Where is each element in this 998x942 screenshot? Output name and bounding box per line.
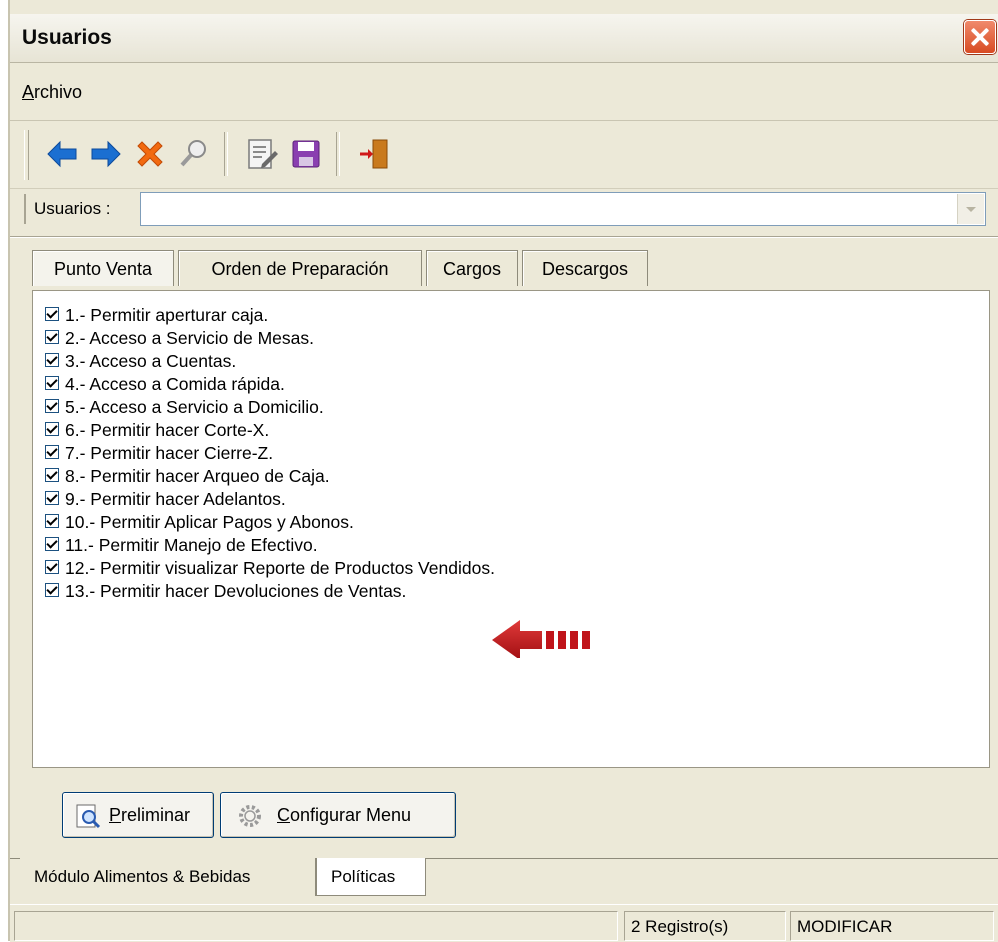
forward-button[interactable] (88, 136, 124, 172)
checkbox[interactable] (45, 445, 59, 459)
tab-label: Módulo Alimentos & Bebidas (34, 867, 251, 886)
checkbox[interactable] (45, 422, 59, 436)
preview-icon (76, 804, 101, 829)
status-panel-main (14, 911, 618, 941)
permission-label: 12.- Permitir visualizar Reporte de Prod… (65, 558, 495, 578)
permissions-list: 1.- Permitir aperturar caja. 2.- Acceso … (32, 290, 990, 768)
permission-label: 6.- Permitir hacer Corte-X. (65, 420, 270, 440)
toolbar (10, 122, 998, 189)
checkbox[interactable] (45, 583, 59, 597)
tab-label: Cargos (442, 259, 502, 279)
arrow-right-icon (91, 140, 121, 168)
toolbar-separator (224, 132, 228, 176)
checkbox[interactable] (45, 376, 59, 390)
checkbox[interactable] (45, 514, 59, 528)
permission-label: 11.- Permitir Manejo de Efectivo. (65, 535, 318, 555)
highlight-arrow-icon (492, 620, 590, 658)
back-button[interactable] (44, 136, 80, 172)
user-filter-row: Usuarios : (10, 188, 998, 234)
permission-label: 4.- Acceso a Comida rápida. (65, 374, 285, 394)
search-icon (180, 140, 206, 167)
tab-orden-preparacion[interactable]: Orden de Preparación (178, 250, 422, 286)
configurar-text: onfigurar Menu (290, 805, 412, 825)
delete-icon (137, 141, 163, 167)
arrow-left-icon (47, 140, 77, 168)
checkbox[interactable] (45, 491, 59, 505)
save-button[interactable] (288, 136, 324, 172)
exit-button[interactable] (356, 136, 392, 172)
permission-label: 13.- Permitir hacer Devoluciones de Vent… (65, 581, 407, 601)
permission-label: 10.- Permitir Aplicar Pagos y Abonos. (65, 512, 354, 532)
save-icon (292, 140, 320, 168)
close-button[interactable] (964, 20, 996, 54)
title-bar: Usuarios (10, 14, 998, 63)
permission-label: 3.- Acceso a Cuentas. (65, 351, 237, 371)
configurar-menu-button[interactable]: Configurar Menu (220, 792, 456, 838)
tab-label: Descargos (541, 259, 629, 279)
permission-label: 8.- Permitir hacer Arqueo de Caja. (65, 466, 330, 486)
menu-archivo[interactable]: Archivo (22, 82, 82, 103)
preliminar-accel: P (109, 805, 122, 825)
search-button[interactable] (176, 136, 212, 172)
checkbox[interactable] (45, 353, 59, 367)
tab-politicas[interactable]: Políticas (316, 858, 426, 896)
tab-label: Políticas (331, 867, 396, 886)
edit-button[interactable] (244, 136, 280, 172)
permission-label: 2.- Acceso a Servicio de Mesas. (65, 328, 314, 348)
menu-archivo-accel: A (22, 82, 35, 102)
tab-punto-venta[interactable]: Punto Venta (32, 250, 174, 286)
preliminar-label: Preliminar (109, 805, 190, 826)
record-count: 2 Registro(s) (624, 911, 786, 941)
permission-label: 1.- Permitir aperturar caja. (65, 305, 269, 325)
checkbox[interactable] (45, 399, 59, 413)
divider (10, 236, 998, 238)
toolbar-grip[interactable] (24, 130, 29, 180)
configurar-accel: C (277, 805, 290, 825)
user-filter-label: Usuarios : (24, 194, 115, 224)
exit-icon (360, 139, 388, 169)
checkbox[interactable] (45, 330, 59, 344)
toolbar-separator (336, 132, 340, 176)
tab-descargos[interactable]: Descargos (522, 250, 648, 286)
tab-cargos[interactable]: Cargos (426, 250, 518, 286)
preliminar-text: reliminar (121, 805, 191, 825)
checkbox[interactable] (45, 307, 59, 321)
edit-icon (248, 139, 278, 169)
chevron-down-icon[interactable] (957, 194, 984, 224)
status-bar: 2 Registro(s) MODIFICAR (10, 904, 998, 942)
permission-label: 5.- Acceso a Servicio a Domicilio. (65, 397, 324, 417)
tab-label: Punto Venta (53, 259, 153, 279)
tab-modulo-alimentos[interactable]: Módulo Alimentos & Bebidas (20, 858, 316, 896)
checkbox[interactable] (45, 537, 59, 551)
configurar-label: Configurar Menu (277, 805, 411, 826)
preliminar-button[interactable]: Preliminar (62, 792, 214, 838)
delete-button[interactable] (132, 136, 168, 172)
mode-status: MODIFICAR (790, 911, 994, 941)
menu-archivo-label: rchivo (34, 82, 83, 102)
window-title: Usuarios (22, 26, 112, 49)
usuarios-window: Usuarios Archivo Usuarios: Punto Venta … (8, 0, 998, 942)
gear-icon (239, 805, 261, 827)
user-select[interactable] (140, 192, 986, 226)
tab-label: Orden de Preparación (211, 259, 389, 279)
permission-label: 9.- Permitir hacer Adelantos. (65, 489, 286, 509)
checkbox[interactable] (45, 468, 59, 482)
permission-label: 7.- Permitir hacer Cierre-Z. (65, 443, 274, 463)
menu-bar: Archivo (10, 64, 998, 121)
checkbox[interactable] (45, 560, 59, 574)
